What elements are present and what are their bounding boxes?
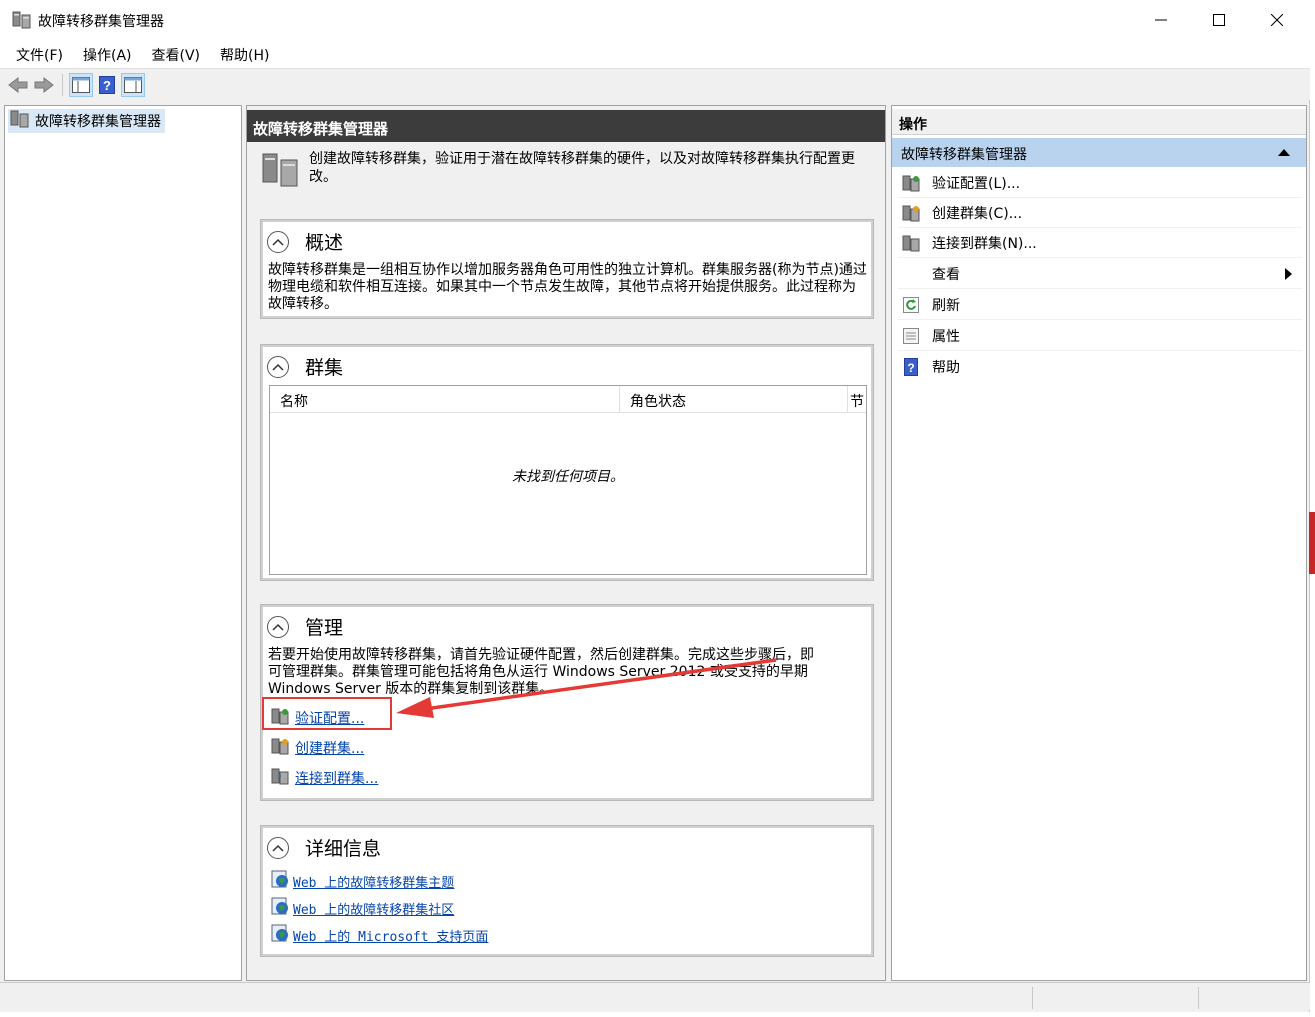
annotation-arrow-icon [396,658,777,718]
background-window-edge [1309,512,1315,574]
